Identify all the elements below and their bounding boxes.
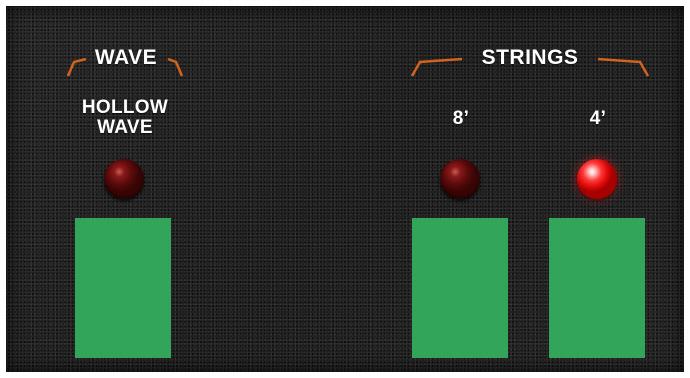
strings-4ft-led-icon [577,159,617,199]
hollow-wave-label-line-2: WAVE [97,117,153,138]
synth-control-panel: WAVE HOLLOW WAVE STRINGS 8’ 4’ [6,6,684,372]
strings-8ft-switch[interactable] [412,218,508,358]
wave-section-title: WAVE [94,46,158,69]
strings-8ft-led-icon [440,159,480,199]
hollow-wave-label: HOLLOW WAVE [56,98,194,138]
hollow-wave-led-icon [104,159,144,199]
hollow-wave-label-line-1: HOLLOW [81,97,169,118]
strings-8ft-label: 8’ [452,108,470,129]
strings-4ft-label: 4’ [589,108,607,129]
strings-4ft-switch[interactable] [549,218,645,358]
hollow-wave-switch[interactable] [75,218,171,358]
strings-section-title: STRINGS [481,46,579,69]
